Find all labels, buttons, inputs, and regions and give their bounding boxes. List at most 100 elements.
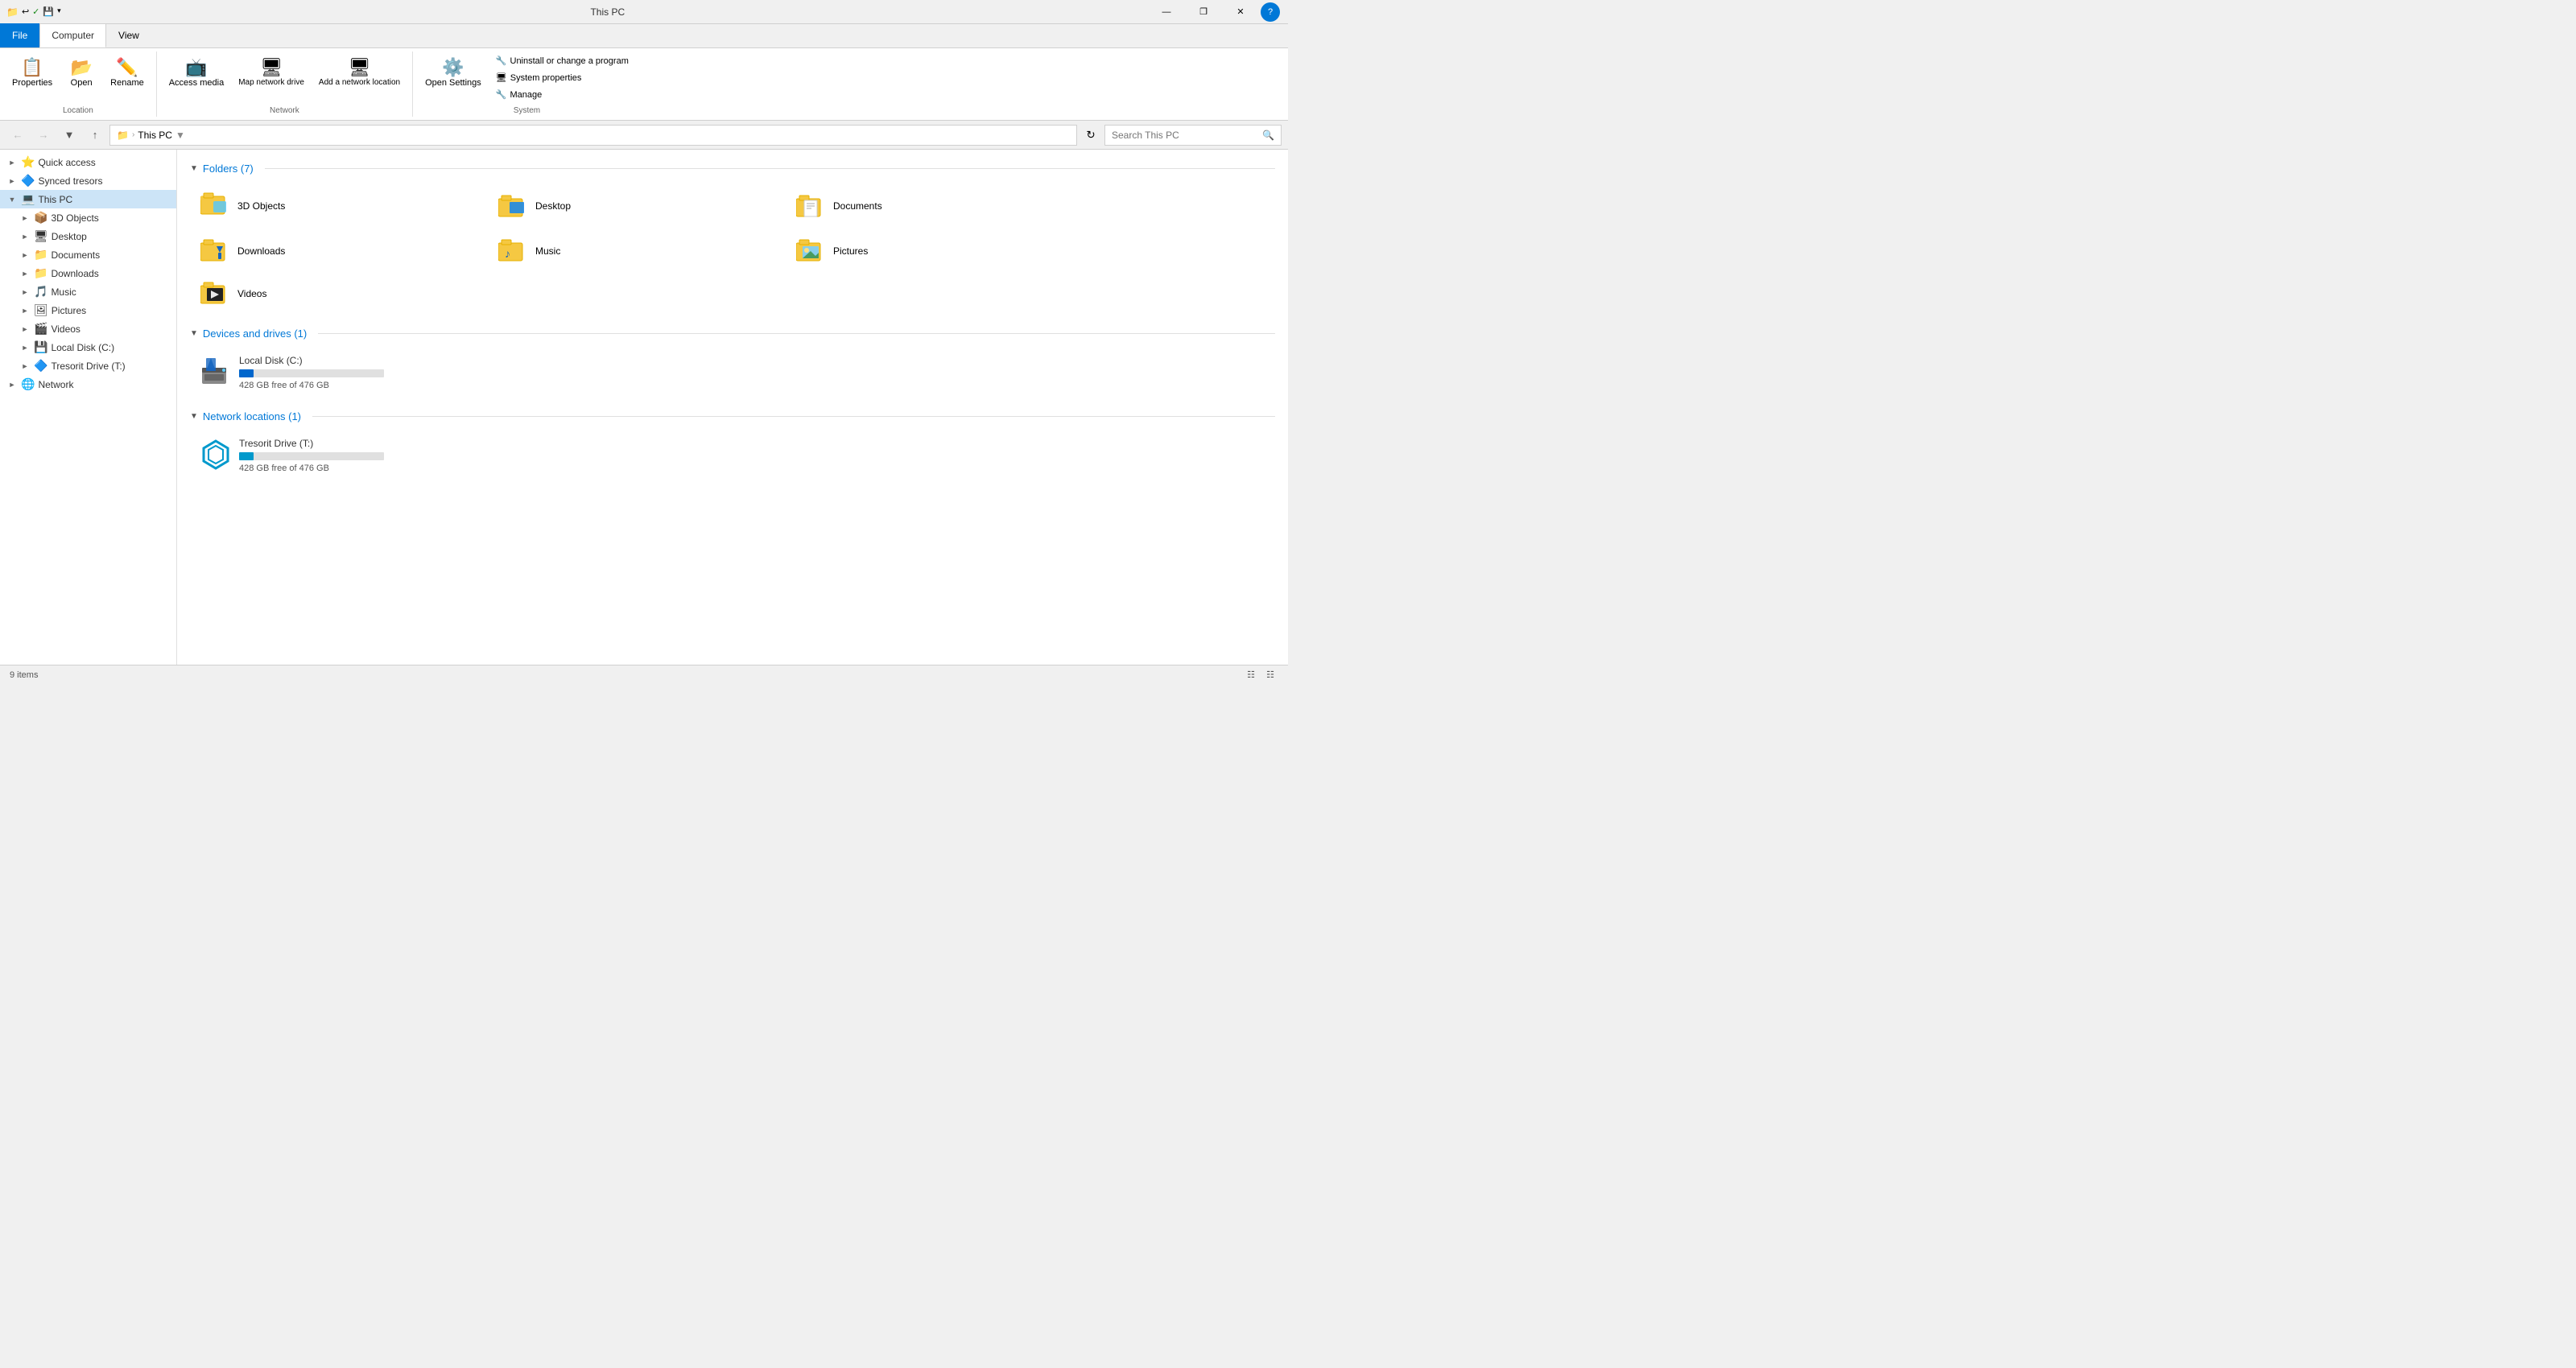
search-input[interactable] [1112,130,1259,141]
system-group-label: System [419,103,634,115]
pictures-icon: 🖼 [34,303,48,317]
folder-item-music[interactable]: ♪ Music [488,229,786,272]
drive-bar-bg [239,369,384,377]
folder-documents-label: Documents [833,200,882,212]
folder-videos-label: Videos [237,288,266,299]
system-properties-button[interactable]: 🖥 System properties [490,70,634,85]
drive-item-local-disk-c[interactable]: Local Disk (C:) 428 GB free of 476 GB [190,348,448,398]
local-disk-icon: 💾 [34,340,47,354]
sidebar-item-documents[interactable]: ► 📁 Documents [0,245,176,264]
expand-icon: ► [19,323,31,335]
map-network-drive-button[interactable]: 🖥 Map network drive [233,53,310,91]
refresh-button[interactable]: ↻ [1080,125,1101,146]
sidebar-item-videos[interactable]: ► 🎬 Videos [0,319,176,338]
folder-music-label: Music [535,245,560,257]
search-icon[interactable]: 🔍 [1262,130,1274,141]
back-button[interactable]: ← [6,124,29,146]
network-group-label: Network [163,103,406,115]
sidebar-item-music[interactable]: ► 🎵 Music [0,282,176,301]
manage-button[interactable]: 🔧 Manage [490,87,634,102]
folder-pictures-icon [796,237,825,265]
ribbon-group-location: 📋 Properties 📂 Open ✏️ Rename Location [0,52,157,117]
3d-objects-icon: 📦 [34,211,47,225]
close-button[interactable]: ✕ [1222,0,1259,24]
sidebar-item-synced-tresors[interactable]: ► 🔷 Synced tresors [0,171,176,190]
open-button[interactable]: 📂 Open [61,53,101,92]
downloads-label: Downloads [51,268,98,279]
expand-icon: ► [19,361,31,372]
local-disk-c-icon [200,356,231,389]
sidebar-item-local-disk[interactable]: ► 💾 Local Disk (C:) [0,338,176,356]
sidebar-item-network[interactable]: ► 🌐 Network [0,375,176,394]
folder-item-desktop[interactable]: Desktop [488,183,786,229]
sidebar-item-desktop[interactable]: ► 🖥 Desktop [0,227,176,245]
add-network-location-button[interactable]: 🖥 Add a network location [313,53,406,91]
folder-item-downloads[interactable]: Downloads [190,229,488,272]
folder-pictures-label: Pictures [833,245,868,257]
uninstall-button[interactable]: 🔧 Uninstall or change a program [490,53,634,68]
tab-view[interactable]: View [106,23,151,47]
manage-icon: 🔧 [496,89,507,100]
open-settings-button[interactable]: ⚙️ Open Settings [419,53,487,92]
folder-item-pictures[interactable]: Pictures [786,229,1084,272]
list-view-button[interactable]: ☷ [1243,667,1259,683]
map-network-icon: 🖥 [260,57,283,78]
help-button[interactable]: ? [1261,2,1280,22]
address-dropdown-icon[interactable]: ▼ [175,130,185,141]
folder-desktop-label: Desktop [535,200,571,212]
tresorit-t-info: Tresorit Drive (T:) 428 GB free of 476 G… [239,438,384,473]
sidebar: ► ⭐ Quick access ► 🔷 Synced tresors ▼ 💻 … [0,150,177,665]
tab-file[interactable]: File [0,23,39,47]
network-chevron-icon: ▼ [190,412,198,421]
network-label: Network [38,379,73,390]
properties-button[interactable]: 📋 Properties [6,53,58,92]
rename-button[interactable]: ✏️ Rename [105,53,150,92]
access-media-icon: 📺 [185,57,207,78]
folder-item-3d-objects[interactable]: 3D Objects [190,183,488,229]
checkmark-icon: ✓ [32,6,39,18]
sidebar-item-this-pc[interactable]: ▼ 💻 This PC [0,190,176,208]
network-section-title: Network locations (1) [203,410,301,422]
rename-icon: ✏️ [116,57,138,78]
network-section-line [312,416,1275,417]
maximize-button[interactable]: ❐ [1185,0,1222,24]
folder-downloads-label: Downloads [237,245,285,257]
folder-documents-icon [796,192,825,220]
this-pc-icon: 💻 [21,192,35,206]
sidebar-item-pictures[interactable]: ► 🖼 Pictures [0,301,176,319]
details-view-button[interactable]: ☷ [1262,667,1278,683]
tab-computer[interactable]: Computer [39,23,106,47]
recent-locations-button[interactable]: ▼ [58,124,80,146]
folders-section-header[interactable]: ▼ Folders (7) [190,163,1275,175]
folder-3d-icon [200,190,229,222]
network-icon: 🌐 [21,377,35,391]
sidebar-item-downloads[interactable]: ► 📁 Downloads [0,264,176,282]
folder-item-documents[interactable]: Documents [786,183,1084,229]
drives-chevron-icon: ▼ [190,329,198,338]
expand-icon: ► [19,286,31,298]
location-group-label: Location [6,103,150,115]
dropdown-arrow-icon[interactable]: ▾ [57,6,61,18]
breadcrumb-folder-icon: 📁 [117,130,129,141]
app-icon: 📁 [6,6,19,18]
access-media-button[interactable]: 📺 Access media [163,53,229,92]
drives-section-header[interactable]: ▼ Devices and drives (1) [190,328,1275,340]
local-disk-c-name: Local Disk (C:) [239,355,384,366]
music-label: Music [51,286,76,298]
sidebar-item-quick-access[interactable]: ► ⭐ Quick access [0,153,176,171]
network-section-header[interactable]: ▼ Network locations (1) [190,410,1275,422]
drive-item-tresorit-t[interactable]: Tresorit Drive (T:) 428 GB free of 476 G… [190,431,448,480]
tresorit-t-icon [200,439,231,472]
expand-icon: ► [6,157,18,168]
forward-button[interactable]: → [32,124,55,146]
folder-downloads-icon [200,237,229,265]
desktop-label: Desktop [52,231,87,242]
sidebar-item-3d-objects[interactable]: ► 📦 3D Objects [0,208,176,227]
3d-objects-label: 3D Objects [51,212,98,224]
minimize-button[interactable]: — [1148,0,1185,24]
drives-section-line [318,333,1275,334]
up-button[interactable]: ↑ [84,124,106,146]
folder-item-videos[interactable]: Videos [190,272,488,315]
breadcrumb-this-pc[interactable]: This PC [138,130,172,141]
sidebar-item-tresorit[interactable]: ► 🔷 Tresorit Drive (T:) [0,356,176,375]
